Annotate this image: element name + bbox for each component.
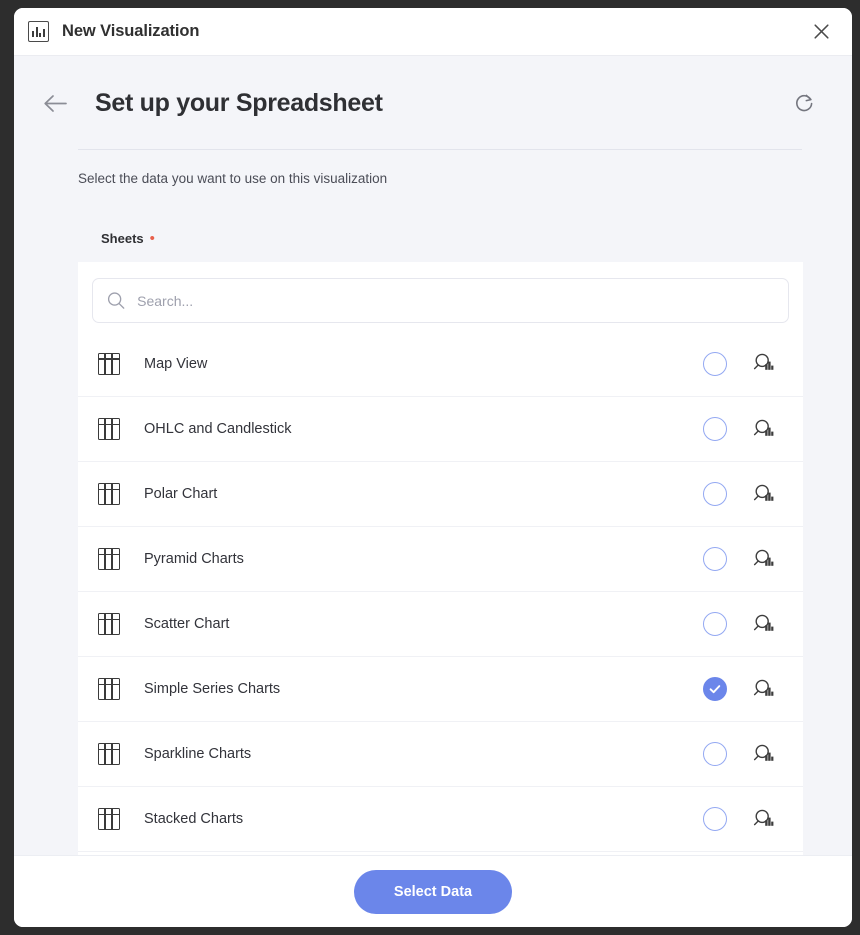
sheet-preview-button[interactable]: [751, 677, 775, 701]
sheet-preview-button[interactable]: [751, 482, 775, 506]
sheet-preview-button[interactable]: [751, 742, 775, 766]
sheet-name: Pyramid Charts: [144, 551, 244, 567]
sheet-preview-button[interactable]: [751, 352, 775, 376]
arrow-left-icon: [43, 94, 67, 112]
window-title: New Visualization: [62, 22, 200, 40]
sheet-select-radio[interactable]: [703, 807, 727, 831]
sheet-select-radio[interactable]: [703, 351, 727, 376]
sheet-name: Sparkline Charts: [144, 746, 252, 762]
row-actions: [703, 482, 791, 506]
sheet-row[interactable]: Map View: [78, 331, 803, 396]
modal-titlebar: New Visualization: [14, 8, 852, 56]
sheet-select-radio[interactable]: [703, 677, 727, 701]
search-input[interactable]: [137, 292, 774, 309]
spreadsheet-grid-icon: [98, 613, 120, 635]
data-preview-icon: [753, 614, 773, 631]
check-icon: [709, 685, 721, 694]
spreadsheet-grid-icon: [98, 743, 120, 765]
close-icon: [813, 24, 829, 39]
sheet-row[interactable]: Polar Chart: [78, 461, 803, 526]
sheet-preview-button[interactable]: [751, 547, 775, 571]
sheet-row[interactable]: Simple Series Charts: [78, 656, 803, 721]
titlebar-left-group: New Visualization: [28, 21, 199, 42]
sheet-name: Polar Chart: [144, 486, 218, 502]
back-button[interactable]: [36, 84, 74, 122]
sheet-row[interactable]: OHLC and Candlestick: [78, 396, 803, 461]
spreadsheet-grid-icon: [98, 352, 120, 375]
data-preview-icon: [753, 549, 773, 566]
row-actions: [703, 547, 791, 571]
row-actions: [703, 417, 791, 441]
sheet-row[interactable]: Scatter Chart: [78, 591, 803, 656]
row-actions: [703, 807, 791, 831]
sheet-name: Scatter Chart: [144, 616, 230, 632]
row-actions: [703, 612, 791, 636]
row-actions: [703, 677, 791, 701]
search-icon: [107, 292, 125, 309]
sheet-select-radio[interactable]: [703, 742, 727, 766]
sheet-select-radio[interactable]: [703, 547, 727, 571]
window-frame: New Visualization Set up your Spreadshee…: [0, 0, 860, 935]
spreadsheet-grid-icon: [98, 418, 120, 440]
spreadsheet-grid-icon: [98, 808, 120, 830]
select-data-button[interactable]: Select Data: [353, 869, 513, 914]
refresh-button[interactable]: [786, 85, 822, 121]
sheet-row[interactable]: Tree Map: [78, 851, 803, 855]
page-header: Set up your Spreadsheet: [14, 56, 852, 122]
sheet-name: Map View: [144, 355, 208, 372]
search-container: [78, 262, 803, 331]
sheet-select-radio[interactable]: [703, 482, 727, 506]
spreadsheet-grid-icon: [98, 548, 120, 570]
sheet-select-radio[interactable]: [703, 612, 727, 636]
sheet-name: Simple Series Charts: [144, 681, 281, 697]
page-title: Set up your Spreadsheet: [95, 88, 383, 117]
sheet-row[interactable]: Sparkline Charts: [78, 721, 803, 786]
data-preview-icon: [753, 679, 773, 696]
close-button[interactable]: [804, 15, 838, 49]
sheet-preview-button[interactable]: [751, 417, 775, 441]
row-actions: [703, 742, 791, 766]
data-preview-icon: [753, 484, 773, 501]
sheet-row[interactable]: Pyramid Charts: [78, 526, 803, 591]
sheets-panel: Map View OHLC and Candlestick Polar Chart P…: [78, 262, 803, 855]
refresh-icon: [795, 94, 812, 111]
row-actions: [703, 351, 791, 376]
sheet-preview-button[interactable]: [751, 807, 775, 831]
modal-footer: Select Data: [14, 855, 852, 927]
sheets-section-label-row: Sheets •: [14, 186, 852, 247]
data-preview-icon: [753, 353, 773, 370]
bar-chart-icon: [28, 21, 49, 42]
sheet-name: OHLC and Candlestick: [144, 421, 292, 437]
sheet-preview-button[interactable]: [751, 612, 775, 636]
new-visualization-modal: New Visualization Set up your Spreadshee…: [14, 8, 852, 927]
sheets-list: Map View OHLC and Candlestick Polar Chart P…: [78, 331, 803, 855]
sheets-label: Sheets: [101, 231, 144, 246]
sheet-name: Stacked Charts: [144, 811, 244, 827]
sheet-select-radio[interactable]: [703, 417, 727, 441]
sheet-row[interactable]: Stacked Charts: [78, 786, 803, 851]
data-preview-icon: [753, 809, 773, 826]
required-indicator: •: [149, 229, 155, 247]
spreadsheet-grid-icon: [98, 483, 120, 505]
data-preview-icon: [753, 744, 773, 761]
data-preview-icon: [753, 419, 773, 436]
search-box[interactable]: [92, 278, 789, 323]
page-subtitle: Select the data you want to use on this …: [78, 171, 388, 186]
spreadsheet-grid-icon: [98, 678, 120, 700]
